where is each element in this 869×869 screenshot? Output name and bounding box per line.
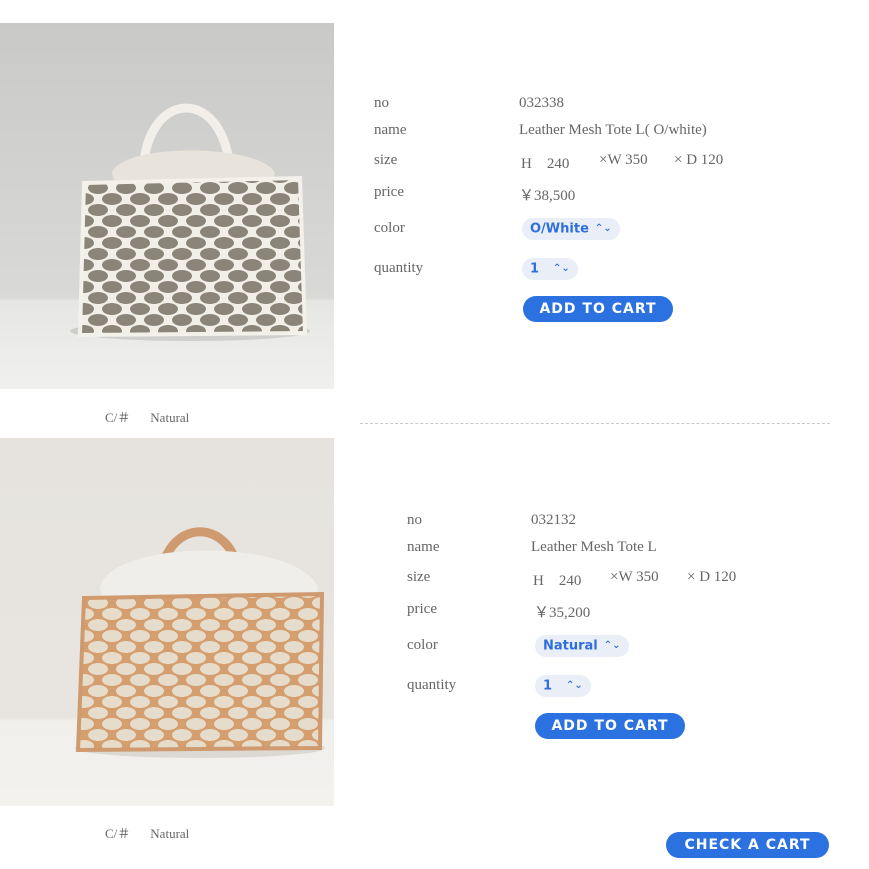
product-no: 032132 [531, 512, 576, 528]
quantity-label: quantity [407, 677, 457, 693]
size-label: size [407, 569, 431, 585]
quantity-label: quantity [374, 260, 424, 276]
no-label: no [407, 512, 422, 528]
size-width: ×W 350 [610, 569, 659, 585]
chevron-updown-icon: ⌃⌄ [594, 223, 612, 234]
caption-color: Natural [150, 826, 190, 841]
product-price: ￥38,500 [519, 188, 576, 204]
size-depth: × D 120 [674, 152, 724, 168]
caption-color: Natural [150, 410, 190, 425]
product-price: ￥35,200 [534, 605, 591, 621]
product-name: Leather Mesh Tote L( O/white) [519, 122, 707, 138]
price-label: price [374, 184, 404, 200]
product-name: Leather Mesh Tote L [531, 539, 657, 555]
chevron-updown-icon: ⌃⌄ [603, 640, 621, 651]
caption-code: C/＃ [105, 826, 131, 841]
product-caption-2: C/＃ Natural [105, 823, 189, 842]
quantity-select[interactable]: 1 ⌃⌄ [522, 258, 578, 280]
size-height: H 240 [533, 573, 582, 589]
color-select-value: Natural [543, 638, 598, 654]
size-depth: × D 120 [687, 569, 737, 585]
name-label: name [407, 539, 440, 555]
color-label: color [374, 220, 405, 236]
add-to-cart-button[interactable]: ADD TO CART [523, 296, 673, 322]
size-width: ×W 350 [599, 152, 648, 168]
chevron-updown-icon: ⌃⌄ [566, 680, 583, 691]
color-label: color [407, 637, 438, 653]
product-caption-1: C/＃ Natural [105, 407, 189, 426]
no-label: no [374, 95, 389, 111]
color-select[interactable]: O/White ⌃⌄ [522, 218, 620, 240]
name-label: name [374, 122, 407, 138]
color-select[interactable]: Natural ⌃⌄ [535, 635, 629, 657]
quantity-select[interactable]: 1 ⌃⌄ [535, 675, 591, 697]
product-photo-2 [0, 438, 334, 806]
quantity-select-value: 1 [543, 678, 553, 694]
chevron-updown-icon: ⌃⌄ [553, 263, 570, 274]
check-a-cart-button[interactable]: CHECK A CART [666, 832, 829, 858]
color-select-value: O/White [530, 221, 589, 237]
size-height: H 240 [521, 156, 570, 172]
product-no: 032338 [519, 95, 564, 111]
quantity-select-value: 1 [530, 261, 540, 277]
divider [360, 423, 830, 424]
size-label: size [374, 152, 398, 168]
product-photo-1 [0, 23, 334, 389]
add-to-cart-button[interactable]: ADD TO CART [535, 713, 685, 739]
price-label: price [407, 601, 437, 617]
caption-code: C/＃ [105, 410, 131, 425]
